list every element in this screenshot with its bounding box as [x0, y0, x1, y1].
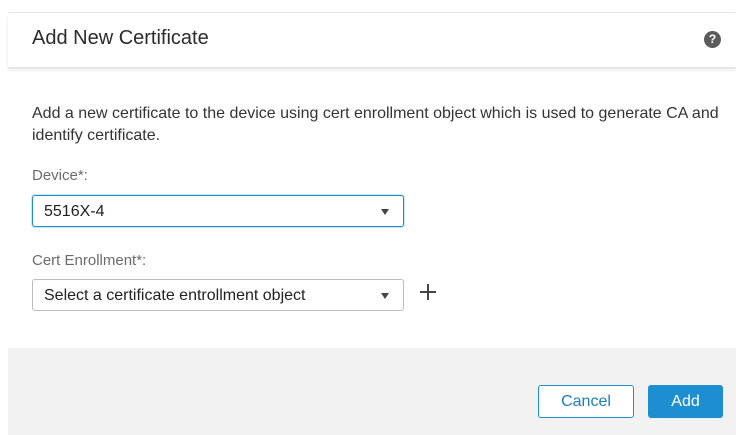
device-select-value: 5516X-4: [44, 203, 105, 220]
cancel-button[interactable]: Cancel: [538, 385, 634, 418]
plus-icon[interactable]: [418, 282, 438, 302]
cert-enrollment-label: Cert Enrollment*:: [32, 252, 147, 269]
add-certificate-dialog: Add New Certificate ? Add a new certific…: [8, 12, 736, 435]
dialog-footer: Cancel Add: [8, 348, 736, 435]
dialog-description: Add a new certificate to the device usin…: [32, 105, 719, 144]
chevron-down-icon: [381, 209, 389, 215]
device-label: Device*:: [32, 167, 88, 184]
dialog-title: Add New Certificate: [32, 27, 209, 49]
cert-enrollment-select[interactable]: Select a certificate entrollment object: [32, 279, 404, 311]
dialog-header: Add New Certificate ?: [8, 13, 736, 68]
chevron-down-icon: [381, 293, 389, 299]
help-icon[interactable]: ?: [704, 31, 721, 48]
add-button[interactable]: Add: [648, 385, 723, 418]
cert-enrollment-select-value: Select a certificate entrollment object: [44, 287, 306, 304]
device-select[interactable]: 5516X-4: [32, 195, 404, 227]
